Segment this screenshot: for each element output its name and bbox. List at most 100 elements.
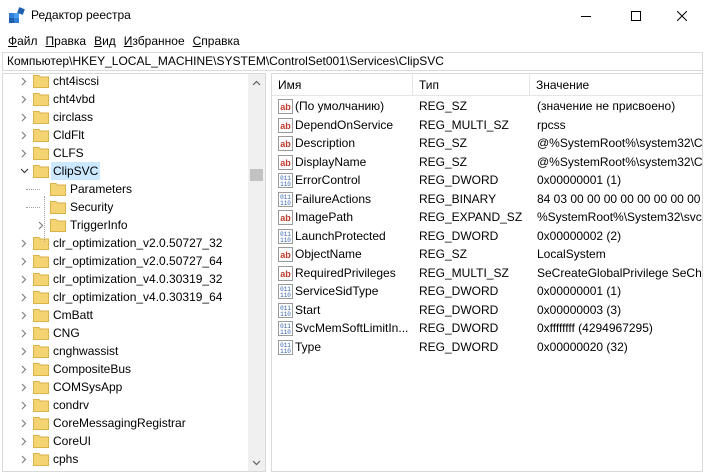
value-row[interactable]: 011 110 ServiceSidType REG_DWORD 0x00000001 …	[272, 282, 702, 301]
tree-item[interactable]: CNG	[3, 324, 251, 342]
value-name: ErrorControl	[295, 173, 361, 187]
binary-value-icon: 011 110	[278, 321, 293, 336]
expand-chevron-icon[interactable]	[18, 252, 30, 270]
address-bar[interactable]: Компьютер\HKEY_LOCAL_MACHINE\SYSTEM\Cont…	[2, 52, 703, 71]
expand-chevron-icon[interactable]	[18, 324, 30, 342]
tree-item[interactable]: cht4vbd	[3, 90, 251, 108]
value-row[interactable]: 011 110 LaunchProtected REG_DWORD 0x00000002…	[272, 227, 702, 246]
column-name-header[interactable]: Имя	[272, 74, 413, 96]
value-row[interactable]: 011 110 SvcMemSoftLimitIn... REG_DWORD 0xfff…	[272, 319, 702, 338]
expand-chevron-icon[interactable]	[18, 126, 30, 144]
string-value-icon: ab	[278, 136, 293, 151]
key-tree[interactable]: cht4iscsi cht4vbd circlass CldFlt CLFS ClipSV…	[2, 73, 266, 472]
tree-guide-line	[26, 189, 40, 190]
value-type: REG_SZ	[419, 154, 468, 169]
value-name: ObjectName	[295, 247, 362, 261]
tree-item[interactable]: TriggerInfo	[3, 216, 251, 234]
expand-chevron-icon[interactable]	[18, 360, 30, 378]
minimize-icon	[581, 15, 591, 17]
tree-item[interactable]: clr_optimization_v4.0.30319_64	[3, 288, 251, 306]
svg-text:110: 110	[280, 348, 291, 355]
scroll-down-button[interactable]	[248, 454, 265, 471]
tree-item-label: CmBatt	[53, 308, 94, 322]
tree-item[interactable]: CoreMessagingRegistrar	[3, 414, 251, 432]
expand-chevron-icon[interactable]	[18, 306, 30, 324]
tree-item-label: ClipSVC	[51, 162, 101, 180]
expand-chevron-icon[interactable]	[18, 432, 30, 450]
binary-value-icon: 011 110	[278, 228, 293, 244]
tree-item[interactable]: cht4iscsi	[3, 74, 251, 90]
value-row[interactable]: ab Description REG_SZ @%SystemRoot%\system3…	[272, 134, 702, 153]
tree-item[interactable]: cnghwassist	[3, 342, 251, 360]
tree-item[interactable]: ClipSVC	[3, 162, 251, 180]
tree-item[interactable]: Parameters	[3, 180, 251, 198]
value-type: REG_BINARY	[419, 191, 497, 206]
collapse-chevron-icon[interactable]	[18, 162, 30, 180]
menu-help[interactable]: Справка	[189, 31, 244, 51]
maximize-button[interactable]	[613, 0, 659, 31]
tree-item[interactable]: CmBatt	[3, 306, 251, 324]
tree-item[interactable]: clr_optimization_v2.0.50727_32	[3, 234, 251, 252]
binary-value-icon: 011 110	[278, 284, 293, 299]
tree-item[interactable]: condrv	[3, 396, 251, 414]
menu-file[interactable]: Файл	[4, 31, 42, 51]
tree-item[interactable]: circlass	[3, 108, 251, 126]
value-row[interactable]: 011 110 Type REG_DWORD 0x00000020 (32)	[272, 338, 702, 357]
column-type-header[interactable]: Тип	[413, 74, 530, 96]
column-value-header[interactable]: Значение	[530, 74, 702, 96]
expand-chevron-icon[interactable]	[18, 414, 30, 432]
expand-chevron-icon[interactable]	[35, 216, 47, 234]
tree-item[interactable]: Security	[3, 198, 251, 216]
folder-icon	[33, 380, 49, 394]
value-row[interactable]: 011 110 FailureActions REG_BINARY 84 03 00 0…	[272, 190, 702, 209]
title-bar[interactable]: Редактор реестра	[0, 0, 705, 31]
expand-chevron-icon[interactable]	[18, 74, 30, 90]
expand-chevron-icon[interactable]	[18, 108, 30, 126]
expand-chevron-icon[interactable]	[18, 396, 30, 414]
menu-view[interactable]: Вид	[90, 31, 120, 51]
value-data: rpcss	[537, 117, 566, 132]
minimize-button[interactable]	[563, 0, 609, 31]
tree-vertical-scrollbar[interactable]	[248, 74, 265, 471]
tree-item[interactable]: CLFS	[3, 144, 251, 162]
expand-chevron-icon[interactable]	[18, 234, 30, 252]
folder-icon	[33, 164, 49, 178]
value-row[interactable]: ab (По умолчанию) REG_SZ (значение не присв…	[272, 97, 702, 116]
value-type: REG_DWORD	[419, 321, 499, 335]
menu-view-accel: В	[94, 34, 103, 48]
value-row[interactable]: ab DependOnService REG_MULTI_SZ rpcss	[272, 116, 702, 135]
tree-item-label: CoreUI	[53, 434, 92, 448]
close-button[interactable]	[659, 0, 705, 31]
value-row[interactable]: ab RequiredPrivileges REG_MULTI_SZ SeCreate…	[272, 264, 702, 283]
scroll-thumb[interactable]	[250, 169, 263, 181]
value-row[interactable]: ab ObjectName REG_SZ LocalSystem	[272, 245, 702, 264]
maximize-icon	[631, 10, 641, 21]
svg-text:ab: ab	[280, 213, 291, 223]
expand-chevron-icon[interactable]	[18, 378, 30, 396]
expand-chevron-icon[interactable]	[18, 144, 30, 162]
menu-edit-label: равка	[54, 34, 87, 48]
tree-item[interactable]: CompositeBus	[3, 360, 251, 378]
tree-item[interactable]: clr_optimization_v4.0.30319_32	[3, 270, 251, 288]
expand-chevron-icon[interactable]	[18, 288, 30, 306]
expand-chevron-icon[interactable]	[18, 342, 30, 360]
expand-chevron-icon[interactable]	[18, 90, 30, 108]
value-row[interactable]: 011 110 Start REG_DWORD 0x00000003 (3)	[272, 301, 702, 320]
scroll-up-button[interactable]	[248, 74, 265, 91]
menu-favorites[interactable]: Избранное	[120, 31, 189, 51]
tree-item[interactable]: clr_optimization_v2.0.50727_64	[3, 252, 251, 270]
value-type: REG_SZ	[419, 136, 468, 150]
window-title: Редактор реестра	[31, 8, 131, 22]
expand-chevron-icon[interactable]	[18, 270, 30, 288]
tree-item[interactable]: cphs	[3, 450, 251, 468]
tree-item[interactable]: CoreUI	[3, 432, 251, 450]
value-row[interactable]: ab ImagePath REG_EXPAND_SZ %SystemRoot%\Sys…	[272, 208, 702, 227]
menu-edit[interactable]: Правка	[42, 31, 91, 51]
value-name: ServiceSidType	[295, 284, 379, 298]
values-list[interactable]: Имя Тип Значение ab (По умолчанию) REG_SZ (…	[271, 73, 703, 472]
tree-item[interactable]: COMSysApp	[3, 378, 251, 396]
expand-chevron-icon[interactable]	[18, 450, 30, 468]
value-row[interactable]: 011 110 ErrorControl REG_DWORD 0x00000001 (1…	[272, 171, 702, 190]
tree-item[interactable]: CldFlt	[3, 126, 251, 144]
value-row[interactable]: ab DisplayName REG_SZ @%SystemRoot%\system3…	[272, 153, 702, 172]
